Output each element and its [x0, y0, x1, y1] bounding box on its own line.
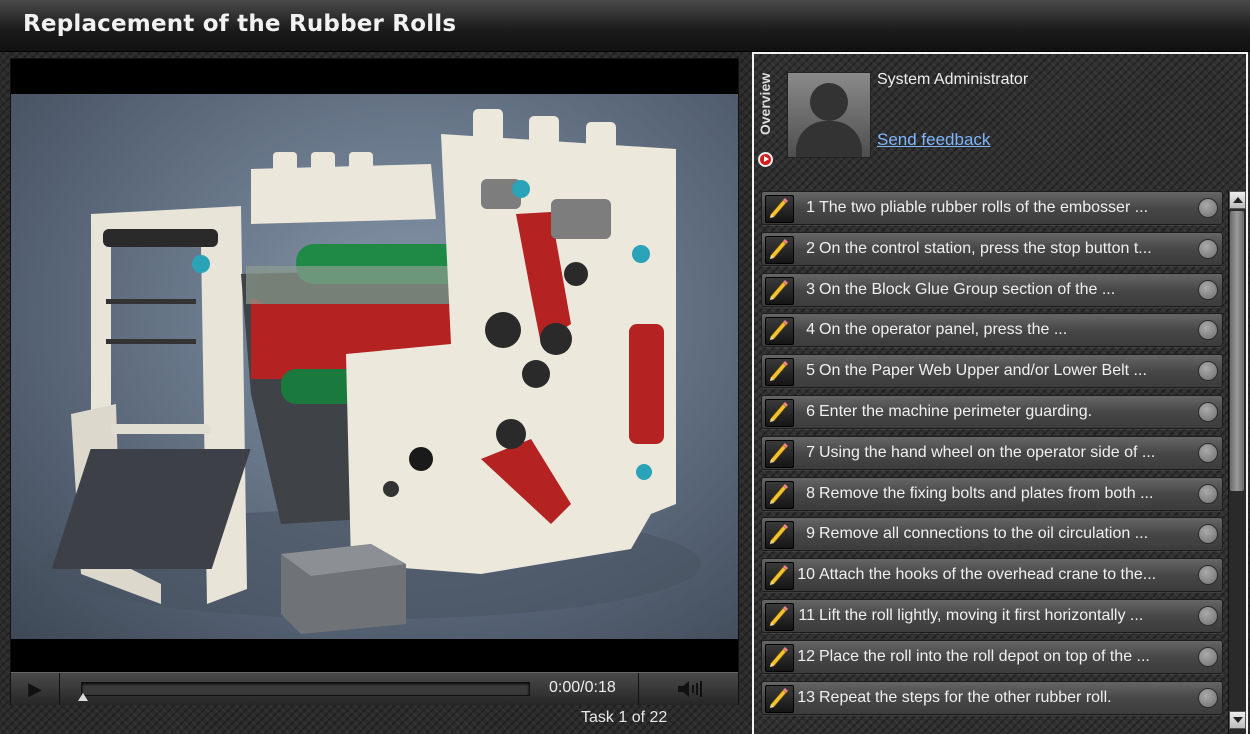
pencil-icon[interactable]: [765, 276, 794, 305]
pencil-icon[interactable]: [765, 521, 794, 550]
task-row[interactable]: 6 Enter the machine perimeter guarding.: [761, 395, 1223, 429]
task-number: 4: [806, 321, 815, 339]
send-feedback-link[interactable]: Send feedback: [877, 130, 990, 150]
task-text: The two pliable rubber rolls of the embo…: [819, 199, 1149, 216]
task-number: 11: [798, 607, 815, 624]
task-row[interactable]: 8 Remove the fixing bolts and plates from…: [761, 476, 1223, 511]
task-row[interactable]: 11 Lift the roll lightly, moving it first…: [761, 599, 1223, 633]
circle-status-icon[interactable]: [1198, 565, 1218, 586]
task-number: 3: [806, 280, 815, 298]
circle-status-icon[interactable]: [1198, 606, 1218, 626]
task-row[interactable]: 9 Remove all connections to the oil circu…: [761, 517, 1223, 552]
task-text: Repeat the steps for the other rubber ro…: [819, 688, 1112, 706]
task-text: Enter the machine perimeter guarding.: [819, 403, 1093, 420]
time-display: 0:00/0:18: [549, 679, 616, 697]
seek-bar[interactable]: [78, 682, 530, 701]
pencil-icon[interactable]: [765, 235, 794, 264]
circle-status-icon[interactable]: [1198, 198, 1218, 218]
volume-button[interactable]: [638, 673, 739, 705]
time-total: 0:18: [584, 679, 616, 696]
overview-tab[interactable]: Overview: [757, 60, 777, 168]
pencil-icon[interactable]: [765, 562, 794, 591]
pencil-icon[interactable]: [765, 399, 794, 427]
overview-tab-label: Overview: [757, 72, 773, 136]
task-panel: Overview System Administrator Send feedb…: [752, 52, 1248, 734]
circle-status-icon[interactable]: [1198, 483, 1218, 504]
task-text: Place the roll into the roll depot on to…: [819, 647, 1150, 665]
scroll-thumb[interactable]: [1230, 211, 1244, 491]
task-row[interactable]: 10 Attach the hooks of the overhead crane…: [761, 558, 1223, 593]
user-name: System Administrator: [877, 71, 1029, 88]
avatar: [787, 72, 871, 158]
video-player[interactable]: ▶ 0:00/0:18: [10, 58, 739, 705]
volume-icon: [678, 681, 702, 697]
pencil-icon[interactable]: [765, 317, 794, 346]
page-title: Replacement of the Rubber Rolls: [23, 11, 457, 37]
task-text: Remove the fixing bolts and plates from …: [819, 484, 1154, 502]
task-text: On the Block Glue Group section of the .…: [819, 280, 1116, 298]
title-bar: Replacement of the Rubber Rolls: [0, 0, 1250, 52]
circle-status-icon[interactable]: [1198, 402, 1218, 422]
pencil-icon[interactable]: [765, 643, 794, 672]
machine-illustration: [41, 109, 701, 634]
task-number: 2: [806, 239, 815, 257]
task-number: 12: [797, 647, 815, 665]
task-text: Lift the roll lightly, moving it first h…: [819, 607, 1144, 624]
task-list-scrollbar[interactable]: [1228, 191, 1246, 734]
task-number: 1: [806, 199, 815, 216]
circle-status-icon[interactable]: [1198, 442, 1218, 463]
task-number: 9: [806, 525, 815, 543]
circle-status-icon[interactable]: [1198, 687, 1218, 708]
pencil-icon[interactable]: [765, 480, 794, 509]
task-number: 5: [806, 362, 815, 380]
task-text: Using the hand wheel on the operator sid…: [819, 443, 1156, 461]
circle-status-icon[interactable]: [1198, 646, 1218, 667]
task-row[interactable]: 12 Place the roll into the roll depot on …: [761, 639, 1223, 674]
circle-status-icon[interactable]: [1198, 524, 1218, 545]
task-row[interactable]: 2 On the control station, press the stop …: [761, 231, 1223, 266]
play-button[interactable]: ▶: [11, 673, 60, 705]
task-row[interactable]: 3 On the Block Glue Group section of the …: [761, 272, 1223, 307]
task-text: Attach the hooks of the overhead crane t…: [819, 566, 1157, 584]
pencil-icon[interactable]: [765, 439, 794, 468]
task-row[interactable]: 13 Repeat the steps for the other rubber …: [761, 680, 1223, 715]
seek-handle[interactable]: [78, 693, 88, 701]
task-text: On the control station, press the stop b…: [819, 239, 1152, 257]
play-icon: ▶: [28, 678, 42, 700]
pencil-icon[interactable]: [765, 195, 794, 223]
scroll-down-button[interactable]: [1229, 711, 1246, 729]
task-text: On the Paper Web Upper and/or Lower Belt…: [819, 362, 1147, 380]
scroll-up-button[interactable]: [1229, 191, 1246, 209]
task-row[interactable]: 4 On the operator panel, press the ...: [761, 313, 1223, 348]
task-text: Remove all connections to the oil circul…: [819, 525, 1149, 543]
circle-status-icon[interactable]: [1198, 361, 1218, 382]
task-number: 7: [806, 443, 815, 461]
task-row[interactable]: 1 The two pliable rubber rolls of the emb…: [761, 191, 1223, 225]
task-number: 10: [797, 566, 815, 584]
pencil-icon[interactable]: [765, 684, 794, 713]
task-number: 13: [797, 688, 815, 706]
circle-status-icon[interactable]: [1198, 238, 1218, 259]
task-counter: Task 1 of 22: [581, 709, 668, 726]
play-circle-icon[interactable]: [758, 152, 773, 167]
task-text: On the operator panel, press the ...: [819, 321, 1068, 339]
task-number: 6: [806, 403, 815, 420]
player-controls: ▶ 0:00/0:18: [11, 672, 738, 705]
circle-status-icon[interactable]: [1198, 279, 1218, 300]
video-frame[interactable]: [11, 94, 738, 639]
task-number: 8: [806, 484, 815, 502]
pencil-icon[interactable]: [765, 603, 794, 631]
pencil-icon[interactable]: [765, 358, 794, 387]
task-row[interactable]: 7 Using the hand wheel on the operator si…: [761, 435, 1223, 470]
task-row[interactable]: 5 On the Paper Web Upper and/or Lower Bel…: [761, 354, 1223, 389]
time-current: 0:00: [549, 679, 581, 696]
circle-status-icon[interactable]: [1198, 320, 1218, 341]
